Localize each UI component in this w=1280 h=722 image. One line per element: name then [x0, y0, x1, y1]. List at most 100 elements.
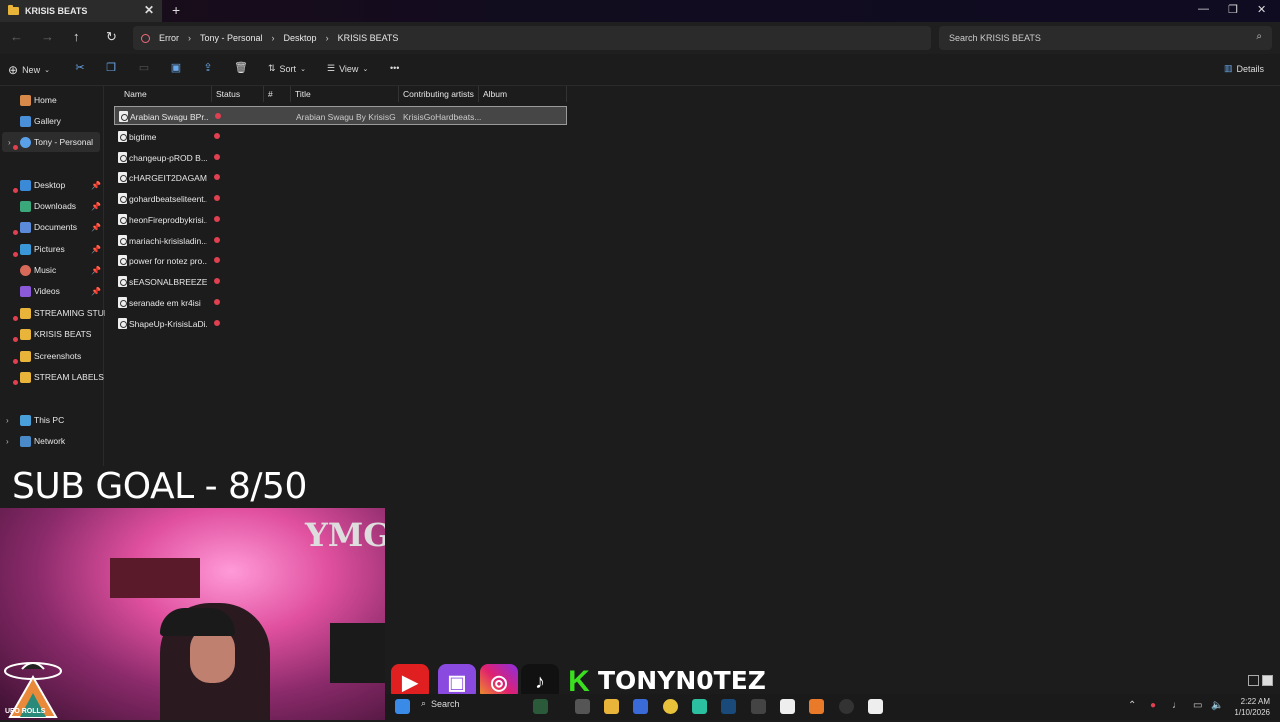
sync-error-icon	[13, 188, 18, 193]
table-row[interactable]: Arabian Swagu BPr... Arabian Swagu By Kr…	[114, 106, 567, 125]
sidebar-item-documents[interactable]: Documents 📌	[0, 217, 104, 237]
table-row[interactable]: mariachi-krisisladin...	[114, 231, 567, 250]
table-row[interactable]: changeup-pROD B...	[114, 148, 567, 167]
more-options-button[interactable]: •••	[390, 63, 399, 73]
details-view-icon[interactable]	[1248, 675, 1259, 686]
table-row[interactable]: sEASONALBREEZE-...	[114, 272, 567, 291]
sidebar-item-network[interactable]: › Network	[0, 431, 104, 451]
display-icon[interactable]: ▭	[1193, 700, 1202, 711]
file-explorer-icon[interactable]	[604, 699, 619, 714]
sidebar-item-downloads[interactable]: Downloads 📌	[0, 196, 104, 216]
pin-icon[interactable]: 📌	[91, 202, 101, 211]
app-icon[interactable]	[809, 699, 824, 714]
table-row[interactable]: power for notez pro...	[114, 251, 567, 270]
table-row[interactable]: ShapeUp-KrisisLaDi...	[114, 314, 567, 333]
navigation-bar: ← → ↑ ↻ Error › Tony - Personal › Deskto…	[0, 22, 1280, 54]
sort-icon: ⇅	[268, 63, 276, 73]
file-name: gohardbeatseliteent...	[129, 194, 207, 204]
pin-icon[interactable]: 📌	[91, 245, 101, 254]
minimize-icon[interactable]: —	[1198, 3, 1209, 15]
sidebar-item-videos[interactable]: Videos 📌	[0, 281, 104, 301]
new-button[interactable]: ⊕ New ⌄	[8, 63, 50, 77]
breadcrumb-tony-personal[interactable]: Tony - Personal	[200, 33, 263, 43]
app-icon[interactable]	[751, 699, 766, 714]
plus-icon: ⊕	[8, 63, 19, 77]
tray-app-icon[interactable]: ●	[1150, 700, 1156, 711]
sidebar-item-music[interactable]: Music 📌	[0, 260, 104, 280]
sidebar-item-this-pc[interactable]: › This PC	[0, 410, 104, 430]
share-icon[interactable]: ⇪	[202, 62, 214, 74]
restore-icon[interactable]: ❐	[1228, 3, 1238, 16]
pin-icon[interactable]: 📌	[91, 266, 101, 275]
sidebar-item-label: STREAM LABELS	[34, 372, 104, 382]
address-bar[interactable]: Error › Tony - Personal › Desktop › KRIS…	[133, 26, 931, 50]
store-icon[interactable]	[633, 699, 648, 714]
cut-icon[interactable]: ✂	[74, 62, 86, 74]
steam-icon[interactable]	[721, 699, 736, 714]
table-row[interactable]: heonFireprodbykrisi...	[114, 210, 567, 229]
column-header-album[interactable]: Album	[479, 86, 567, 102]
sidebar-item-desktop[interactable]: Desktop 📌	[0, 175, 104, 195]
sidebar-item-gallery[interactable]: Gallery	[0, 111, 104, 131]
column-header-title[interactable]: Title	[291, 86, 399, 102]
details-button[interactable]: ▥ Details	[1224, 63, 1264, 74]
copy-icon[interactable]: ❐	[105, 62, 117, 74]
column-header-number[interactable]: #	[264, 86, 291, 102]
back-icon[interactable]: ←	[10, 29, 23, 44]
column-header-contributing-artists[interactable]: Contributing artists	[399, 86, 479, 102]
volume-icon[interactable]: 🔈	[1211, 700, 1223, 711]
pin-icon[interactable]: 📌	[91, 223, 101, 232]
sidebar-item-label: Screenshots	[34, 351, 82, 361]
app-icon[interactable]	[692, 699, 707, 714]
close-tab-icon[interactable]: ✕	[144, 3, 154, 17]
sidebar-item-screenshots[interactable]: Screenshots	[0, 346, 104, 366]
taskbar-search[interactable]: ⌕ Search	[421, 698, 460, 709]
pin-icon[interactable]: 📌	[91, 287, 101, 296]
paste-icon[interactable]: ▭	[138, 62, 150, 74]
sidebar-item-stream-labels[interactable]: STREAM LABELS	[0, 367, 104, 387]
sync-error-icon	[214, 257, 220, 263]
breadcrumb-desktop[interactable]: Desktop	[284, 33, 317, 43]
breadcrumb-krisis-beats[interactable]: KRISIS BEATS	[338, 33, 399, 43]
new-tab-button[interactable]: +	[172, 2, 180, 18]
sidebar-item-streaming-stuff[interactable]: STREAMING STUFF	[0, 303, 114, 323]
table-row[interactable]: cHARGEIT2DAGAM...	[114, 168, 567, 187]
search-input[interactable]: Search KRISIS BEATS ⌕	[939, 26, 1272, 50]
refresh-icon[interactable]: ↻	[106, 29, 117, 45]
clock[interactable]: 2:22 AM 1/10/2026	[1234, 696, 1270, 718]
view-button[interactable]: ☰ View ⌄	[327, 63, 368, 74]
table-row[interactable]: seranade em kr4isi	[114, 293, 567, 312]
tiles-view-icon[interactable]	[1262, 675, 1273, 686]
microphone-icon[interactable]: ♩	[1172, 700, 1182, 711]
rename-icon[interactable]: ▣	[170, 62, 182, 74]
notepad-icon[interactable]	[780, 699, 795, 714]
sidebar-item-krisis-beats[interactable]: KRISIS BEATS	[0, 324, 104, 344]
close-window-icon[interactable]: ✕	[1257, 3, 1266, 16]
column-header-name[interactable]: Name	[120, 86, 212, 102]
column-header-status[interactable]: Status	[212, 86, 264, 102]
table-row[interactable]: gohardbeatseliteent...	[114, 189, 567, 208]
windows-start-icon[interactable]	[395, 699, 410, 714]
view-toggle[interactable]	[1248, 675, 1274, 687]
table-row[interactable]: bigtime	[114, 127, 567, 146]
chrome-icon[interactable]	[663, 699, 678, 714]
sidebar-item-tony-personal[interactable]: › Tony - Personal	[2, 132, 100, 152]
app-icon[interactable]	[868, 699, 883, 714]
sync-error-icon	[13, 337, 18, 342]
widgets-icon[interactable]	[533, 699, 548, 714]
pin-icon[interactable]: 📌	[91, 181, 101, 190]
forward-icon[interactable]: →	[41, 29, 54, 44]
tab-krisis-beats[interactable]: KRISIS BEATS ✕	[0, 0, 162, 22]
sidebar-item-pictures[interactable]: Pictures 📌	[0, 239, 104, 259]
clock-date: 1/10/2026	[1234, 708, 1270, 717]
sort-button[interactable]: ⇅ Sort ⌄	[268, 63, 306, 74]
delete-icon[interactable]: 🗑	[234, 62, 248, 74]
sidebar-item-label: Tony - Personal	[34, 137, 94, 147]
obs-icon[interactable]	[839, 699, 854, 714]
sidebar-item-label: STREAMING STUFF	[34, 308, 115, 318]
task-view-icon[interactable]	[575, 699, 590, 714]
up-icon[interactable]: ↑	[73, 29, 80, 44]
sidebar-item-home[interactable]: Home	[0, 90, 104, 110]
chevron-up-icon[interactable]: ⌃	[1128, 700, 1136, 711]
sort-label: Sort	[279, 63, 297, 74]
